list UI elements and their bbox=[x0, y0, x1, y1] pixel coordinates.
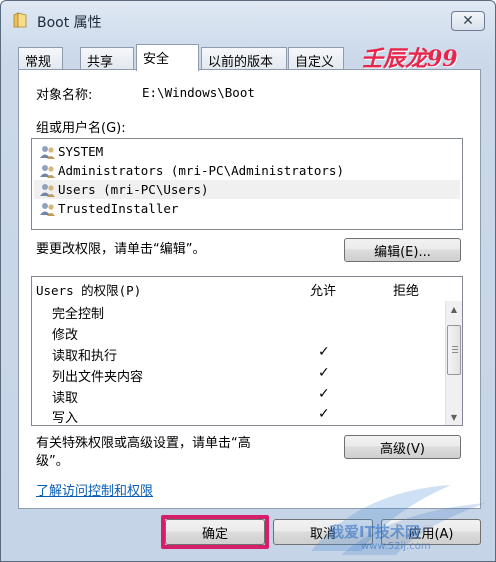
permission-row: 读取和执行 ✓ bbox=[32, 343, 437, 364]
close-button[interactable]: ✕ bbox=[451, 11, 485, 31]
permission-name: 列出文件夹内容 bbox=[52, 370, 144, 385]
cancel-button[interactable]: 取消 bbox=[273, 519, 373, 545]
object-name-label: 对象名称: bbox=[36, 88, 93, 103]
user-name: Users (mri-PC\Users) bbox=[58, 182, 209, 197]
ok-highlight-box bbox=[161, 515, 269, 549]
allow-check-icon: ✓ bbox=[318, 406, 330, 422]
allow-check-icon: ✓ bbox=[318, 386, 330, 402]
scrollbar-thumb[interactable] bbox=[447, 325, 461, 375]
object-name-value: E:\Windows\Boot bbox=[142, 85, 255, 100]
permission-row: 列出文件夹内容 ✓ bbox=[32, 364, 437, 385]
tab-sharing[interactable]: 共享 bbox=[80, 47, 134, 70]
allow-column-header: 允许 bbox=[310, 284, 337, 299]
title-bar[interactable]: Boot 属性 ✕ bbox=[1, 1, 495, 39]
tab-general[interactable]: 常规 bbox=[18, 47, 63, 70]
permission-row: 写入 ✓ bbox=[32, 405, 437, 425]
permission-name: 读取 bbox=[52, 391, 79, 406]
list-item[interactable]: Administrators (mri-PC\Administrators) bbox=[34, 161, 460, 180]
window-title: Boot 属性 bbox=[37, 15, 102, 31]
learn-access-control-link[interactable]: 了解访问控制和权限 bbox=[36, 480, 153, 499]
users-listbox[interactable]: SYSTEM Administrators (mri-PC\Administra… bbox=[31, 138, 463, 230]
scroll-up-arrow-icon[interactable]: ▲ bbox=[446, 301, 462, 317]
deny-column-header: 拒绝 bbox=[393, 284, 420, 299]
user-group-icon bbox=[40, 183, 55, 197]
user-group-icon bbox=[40, 145, 55, 159]
allow-check-icon: ✓ bbox=[318, 365, 330, 381]
permissions-for-label: Users 的权限(P) bbox=[36, 283, 142, 298]
tab-customize[interactable]: 自定义 bbox=[288, 47, 344, 70]
folder-icon bbox=[13, 12, 27, 28]
permissions-header: Users 的权限(P) 允许 拒绝 bbox=[32, 277, 462, 301]
tab-previous-versions[interactable]: 以前的版本 bbox=[201, 47, 287, 70]
permission-name: 完全控制 bbox=[52, 307, 105, 322]
tab-security[interactable]: 安全 bbox=[136, 44, 199, 71]
user-name: Administrators (mri-PC\Administrators) bbox=[58, 163, 344, 178]
permission-name: 修改 bbox=[52, 328, 79, 343]
user-group-icon bbox=[40, 202, 55, 216]
permission-row: 读取 ✓ bbox=[32, 385, 437, 406]
advanced-hint-line1: 有关特殊权限或高级设置，请单击“高 bbox=[36, 436, 251, 451]
user-group-icon bbox=[40, 164, 55, 178]
properties-window: Boot 属性 ✕ 常规 共享 安全 以前的版本 自定义 壬辰龙99 对象名称:… bbox=[0, 0, 496, 562]
close-icon: ✕ bbox=[462, 13, 474, 29]
apply-button[interactable]: 应用(A) bbox=[381, 519, 481, 545]
list-item[interactable]: SYSTEM bbox=[34, 142, 460, 161]
list-item[interactable]: TrustedInstaller bbox=[34, 199, 460, 218]
permissions-list[interactable]: Users 的权限(P) 允许 拒绝 完全控制 修改 读取和执行 ✓ 列出文件夹… bbox=[31, 276, 463, 426]
allow-check-icon: ✓ bbox=[318, 344, 330, 360]
permission-name: 写入 bbox=[52, 411, 79, 425]
user-name: SYSTEM bbox=[58, 144, 104, 159]
security-panel: 对象名称: E:\Windows\Boot 组或用户名(G): SYSTEM A… bbox=[18, 69, 481, 509]
scroll-down-arrow-icon[interactable]: ▼ bbox=[446, 409, 462, 425]
permission-row: 完全控制 bbox=[32, 301, 437, 322]
group-users-label: 组或用户名(G): bbox=[36, 121, 126, 136]
permission-row: 修改 bbox=[32, 322, 437, 343]
permission-name: 读取和执行 bbox=[52, 349, 118, 364]
user-name: TrustedInstaller bbox=[58, 201, 179, 216]
edit-button[interactable]: 编辑(E)... bbox=[344, 238, 461, 262]
advanced-button[interactable]: 高级(V) bbox=[344, 435, 461, 459]
list-item-selected[interactable]: Users (mri-PC\Users) bbox=[34, 180, 460, 199]
change-permissions-hint: 要更改权限，请单击“编辑”。 bbox=[36, 242, 206, 257]
advanced-hint-line2: 级”。 bbox=[36, 454, 69, 469]
permissions-scrollbar[interactable]: ▲ ▼ bbox=[445, 301, 462, 425]
